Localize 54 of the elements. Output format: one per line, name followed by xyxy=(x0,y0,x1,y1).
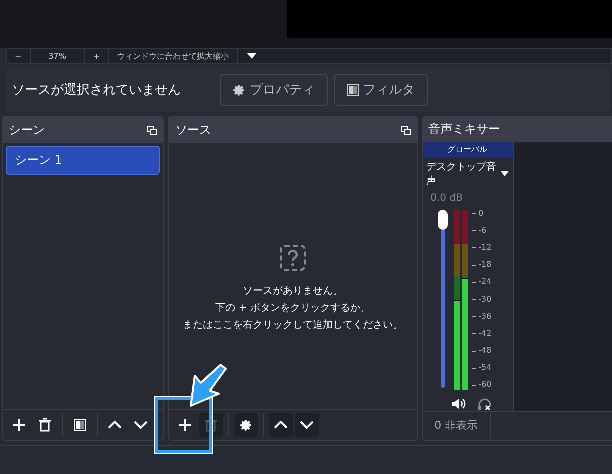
gear-icon xyxy=(240,418,253,432)
scale-label: -36 xyxy=(472,312,492,321)
scale-label: 0 xyxy=(472,210,492,218)
empty-hint-text: 下の + ボタンをクリックするか、 xyxy=(216,302,370,314)
scale-label: -54 xyxy=(472,364,492,372)
zoom-percent: 37% xyxy=(30,49,86,63)
speaker-icon[interactable] xyxy=(452,398,466,410)
plus-icon xyxy=(12,418,26,432)
properties-button[interactable]: プロパティ xyxy=(220,74,328,106)
scale-label: -6 xyxy=(472,226,492,235)
scale-label: -48 xyxy=(472,347,492,356)
filters-button[interactable]: フィルタ xyxy=(334,74,428,106)
move-down-button[interactable] xyxy=(295,413,320,437)
volume-slider[interactable] xyxy=(440,210,446,388)
scale-label: -18 xyxy=(472,261,492,270)
scale-label: -42 xyxy=(472,330,492,338)
undock-icon[interactable] xyxy=(147,126,158,134)
panel-title: ソース xyxy=(175,122,212,138)
chevron-up-icon xyxy=(274,421,288,429)
empty-hint-text: またはここを右クリックして追加してください。 xyxy=(183,318,404,332)
plus-icon xyxy=(178,418,192,432)
question-icon xyxy=(280,244,306,270)
hidden-count-button[interactable]: 0 非表示 xyxy=(422,412,492,439)
panel-title: シーン xyxy=(9,122,45,138)
channel-name[interactable]: デスクトップ音声 xyxy=(426,160,497,188)
chevron-up-icon xyxy=(108,421,122,429)
global-tab[interactable]: グローバル xyxy=(422,142,513,157)
dropdown-caret-icon[interactable] xyxy=(500,170,509,177)
scene-item[interactable]: シーン 1 xyxy=(6,146,160,175)
dropdown-caret-icon[interactable] xyxy=(247,53,258,59)
fit-zoom-label[interactable]: ウィンドウに合わせて拡大縮小 xyxy=(109,49,238,63)
no-source-selected-text: ソースが選択されていません xyxy=(12,82,182,99)
scale-label: -12 xyxy=(472,244,492,252)
trash-icon xyxy=(205,418,218,432)
filter-icon xyxy=(74,419,86,431)
undock-icon[interactable] xyxy=(400,126,411,134)
settings-button[interactable] xyxy=(234,413,258,437)
highlight-frame xyxy=(155,397,212,453)
zoom-in-button[interactable]: + xyxy=(85,49,110,63)
panel-title: 音声ミキサー xyxy=(428,120,501,138)
move-up-button[interactable] xyxy=(269,413,294,437)
chevron-down-icon xyxy=(300,421,314,429)
volume-reading: 0.0 dB xyxy=(430,192,464,206)
empty-hint-text: ソースがありません。 xyxy=(243,284,344,298)
scale-label: -30 xyxy=(472,296,492,304)
headphones-icon[interactable] xyxy=(478,398,492,411)
zoom-out-button[interactable]: − xyxy=(7,49,31,63)
trash-icon xyxy=(39,418,51,432)
filter-icon xyxy=(347,84,359,96)
scale-label: -24 xyxy=(472,278,492,286)
arrow-icon xyxy=(188,362,228,408)
gear-icon xyxy=(233,84,246,96)
chevron-down-icon xyxy=(134,421,148,429)
scale-label: -60 xyxy=(472,381,492,390)
